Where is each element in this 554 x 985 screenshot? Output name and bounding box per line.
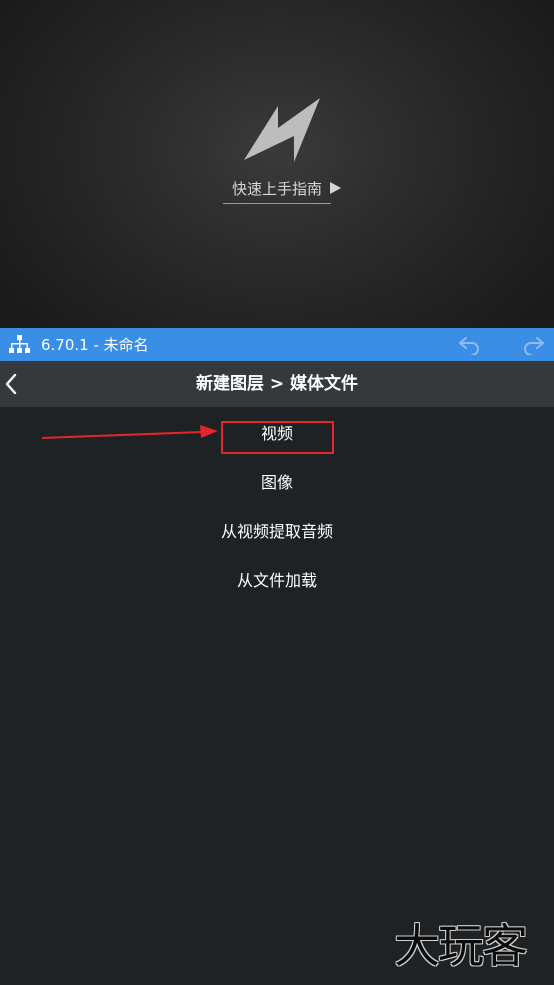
app-logo-icon (244, 98, 320, 162)
quick-start-guide-link[interactable]: 快速上手指南 (223, 178, 331, 204)
node-tree-icon[interactable] (9, 335, 30, 354)
redo-icon[interactable] (523, 335, 545, 355)
watermark-text: 大玩客 (394, 919, 528, 973)
menu-item-extract-audio[interactable]: 从视频提取音频 (127, 517, 427, 547)
quick-start-guide-label: 快速上手指南 (231, 180, 322, 198)
red-arrow-annotation (41, 425, 218, 439)
undo-icon[interactable] (458, 335, 480, 355)
play-triangle-icon (330, 182, 341, 194)
preview-area: 快速上手指南 (0, 0, 554, 328)
menu-item-image[interactable]: 图像 (127, 468, 427, 498)
app-version-title: 6.70.1 - 未命名 (41, 336, 149, 354)
highlight-box-annotation (221, 421, 334, 454)
breadcrumb: 新建图层 > 媒体文件 (195, 374, 359, 394)
menu-item-load-from-file[interactable]: 从文件加载 (127, 566, 427, 596)
